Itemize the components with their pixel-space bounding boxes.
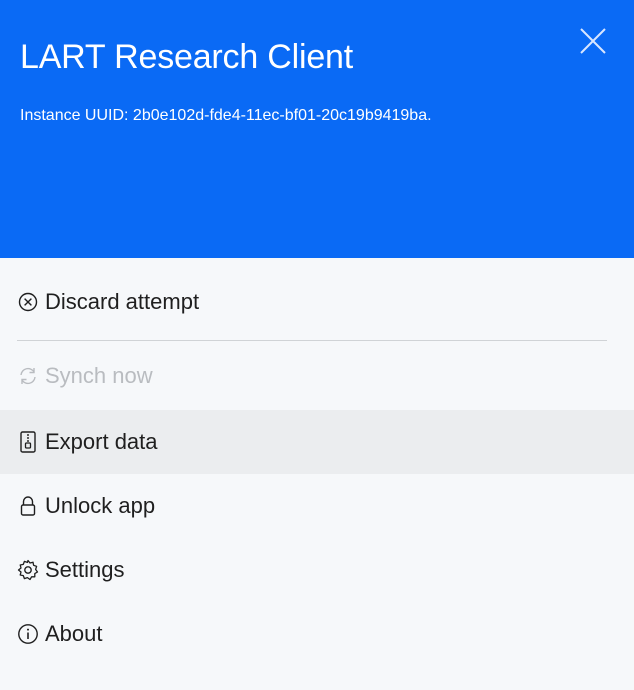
- menu-item-label: About: [45, 621, 103, 646]
- info-icon: [17, 623, 39, 645]
- menu-item-discard-attempt[interactable]: Discard attempt: [0, 258, 634, 340]
- menu-item-settings[interactable]: Settings: [0, 538, 634, 602]
- menu-item-unlock-app[interactable]: Unlock app: [0, 474, 634, 538]
- instance-uuid: Instance UUID: 2b0e102d-fde4-11ec-bf01-2…: [20, 107, 432, 124]
- menu-item-label: Unlock app: [45, 493, 156, 518]
- menu-item-export-data[interactable]: Export data: [0, 410, 634, 474]
- app-window: LART Research Client Instance UUID: 2b0e…: [0, 0, 634, 690]
- menu-item-synch-now: Synch now: [0, 341, 634, 410]
- menu-item-about[interactable]: About: [0, 602, 634, 666]
- circle-x-icon: [17, 291, 39, 313]
- menu-item-label: Discard attempt: [45, 289, 200, 314]
- menu-item-label: Synch now: [45, 362, 153, 388]
- zip-file-icon: [17, 431, 39, 453]
- close-button[interactable]: [572, 20, 614, 62]
- header-panel: LART Research Client Instance UUID: 2b0e…: [0, 0, 634, 258]
- close-icon: [580, 28, 606, 54]
- sync-icon: [17, 365, 39, 387]
- gear-icon: [17, 559, 39, 581]
- menu-item-label: Export data: [45, 429, 158, 454]
- app-title: LART Research Client: [20, 38, 354, 76]
- menu-item-label: Settings: [45, 557, 125, 582]
- menu-list: Discard attempt Synch now Export data Un…: [0, 258, 634, 666]
- lock-icon: [17, 495, 39, 517]
